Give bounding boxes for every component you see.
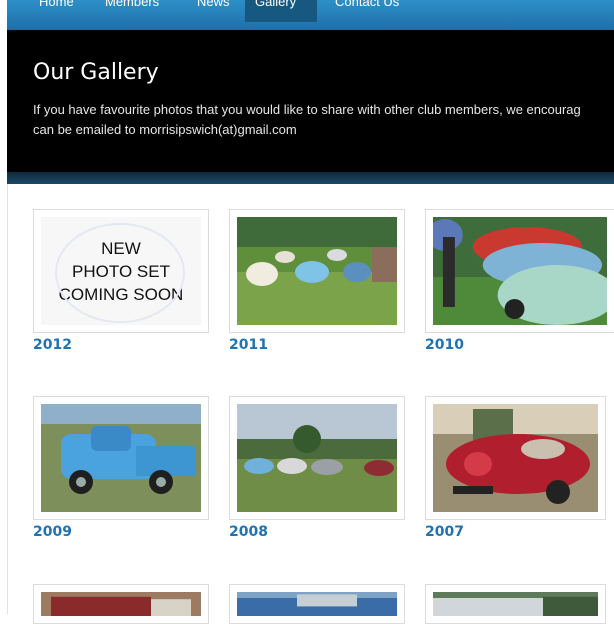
album-thumb-2012[interactable]: NEW PHOTO SET COMING SOON [33, 209, 209, 333]
photo-thumbnail-icon [237, 592, 397, 616]
red-convertible-photo-icon [433, 404, 598, 512]
club-logo-watermark [55, 223, 185, 323]
album-link-2009[interactable]: 2009 [33, 524, 72, 540]
album-link-2011[interactable]: 2011 [229, 337, 268, 353]
gallery-grid: NEW PHOTO SET COMING SOON 2012 2011 2010… [0, 0, 614, 624]
photo-thumbnail-icon [41, 592, 201, 616]
car-row-photo-icon [427, 217, 614, 325]
album-link-2010[interactable]: 2010 [425, 337, 464, 353]
album-thumb-next-1[interactable] [33, 584, 209, 624]
album-link-2008[interactable]: 2008 [229, 524, 268, 540]
album-thumb-2009[interactable] [33, 396, 209, 520]
album-thumb-2007[interactable] [425, 396, 606, 520]
photo-thumbnail-icon [433, 592, 598, 616]
album-thumb-next-3[interactable] [425, 584, 606, 624]
album-link-2012[interactable]: 2012 [33, 337, 72, 353]
new-photo-set-placeholder: NEW PHOTO SET COMING SOON [41, 217, 201, 325]
blue-ute-photo-icon [41, 404, 201, 512]
album-thumb-2010[interactable] [425, 209, 614, 333]
field-cars-photo-icon [237, 404, 397, 512]
car-show-photo-icon [237, 217, 397, 325]
album-thumb-2008[interactable] [229, 396, 405, 520]
album-thumb-next-2[interactable] [229, 584, 405, 624]
album-link-2007[interactable]: 2007 [425, 524, 464, 540]
album-thumb-2011[interactable] [229, 209, 405, 333]
